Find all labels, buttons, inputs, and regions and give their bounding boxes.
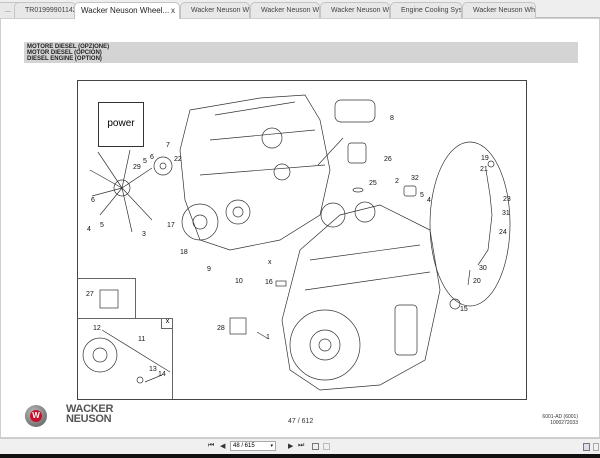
- callout: 28: [217, 325, 225, 332]
- brand-line2: NEUSON: [66, 413, 112, 425]
- taskbar-edge: [0, 454, 600, 458]
- callout: 9: [207, 266, 211, 273]
- paste-icon[interactable]: [323, 443, 330, 450]
- next-page-button[interactable]: ▶: [288, 442, 293, 450]
- callout: 18: [180, 249, 188, 256]
- callout: 12: [93, 325, 101, 332]
- inset-x-marker: x: [161, 318, 173, 329]
- lower-engine-drawing: [281, 201, 441, 391]
- callout: 6: [150, 154, 154, 161]
- tab-active[interactable]: Wacker Neuson Wheel... x: [74, 2, 180, 19]
- close-icon[interactable]: x: [171, 6, 175, 15]
- brand-name: WACKER NEUSON: [66, 404, 113, 425]
- callout: 5: [100, 222, 104, 229]
- callout: 4: [87, 226, 91, 233]
- callout: 30: [479, 265, 487, 272]
- callout: 27: [86, 291, 94, 298]
- inset-box-alternator: [77, 318, 173, 399]
- callout: 17: [167, 222, 175, 229]
- tab-label: Wacker Neuson Wheel...: [81, 6, 170, 15]
- filter-drawing: [347, 142, 367, 193]
- callout: 32: [411, 175, 419, 182]
- callout: 15: [460, 306, 468, 313]
- page-input[interactable]: 48 / 615 ▾: [230, 441, 276, 451]
- callout: 26: [384, 156, 392, 163]
- continuous-view-icon[interactable]: [593, 443, 599, 451]
- power-box: power: [98, 102, 144, 147]
- callout: 14: [158, 371, 166, 378]
- last-page-button[interactable]: ⏭: [298, 442, 304, 450]
- callout: 22: [174, 156, 182, 163]
- callout: 7: [166, 142, 170, 149]
- callout: 20: [473, 278, 481, 285]
- ref-line2: 1000272033: [550, 420, 578, 426]
- part-32-drawing: [403, 185, 417, 197]
- prev-page-button[interactable]: ◀: [220, 442, 225, 450]
- gasket-kit-drawing: [229, 317, 247, 335]
- viewer-toolbar: ⏮ ◀ ▶ ⏭: [0, 438, 600, 454]
- copy-icon[interactable]: [312, 443, 319, 450]
- callout: 10: [235, 278, 243, 285]
- callout: 6: [91, 197, 95, 204]
- callout: 5: [143, 158, 147, 165]
- inset-box-27: [77, 278, 136, 319]
- callout: 24: [499, 229, 507, 236]
- callout: 13: [149, 366, 157, 373]
- callout: 31: [502, 210, 510, 217]
- callout: 3: [142, 231, 146, 238]
- single-page-view-icon[interactable]: [583, 443, 590, 451]
- callout: 29: [133, 164, 141, 171]
- page-number: 47 / 612: [288, 418, 314, 425]
- callout: 25: [369, 180, 377, 187]
- callout: 19: [481, 155, 489, 162]
- document-reference: 6001-AD (6001) 1000272033: [542, 414, 578, 426]
- first-page-button[interactable]: ⏮: [208, 442, 214, 450]
- callout: 2: [395, 178, 399, 185]
- callout: 4: [427, 197, 431, 204]
- dipstick-drawing: [429, 141, 511, 307]
- part-16-drawing: [275, 280, 287, 287]
- callout: 11: [138, 336, 146, 343]
- callout: 23: [503, 196, 511, 203]
- callout: 16: [265, 279, 273, 286]
- upper-engine-drawing: [153, 94, 331, 251]
- wacker-neuson-logo: W: [25, 405, 47, 427]
- starter-drawing: [317, 99, 376, 166]
- callout: 5: [420, 192, 424, 199]
- callout: 21: [480, 166, 488, 173]
- callout: 8: [390, 115, 394, 122]
- callout: x: [268, 259, 272, 266]
- callout: 1: [266, 334, 270, 341]
